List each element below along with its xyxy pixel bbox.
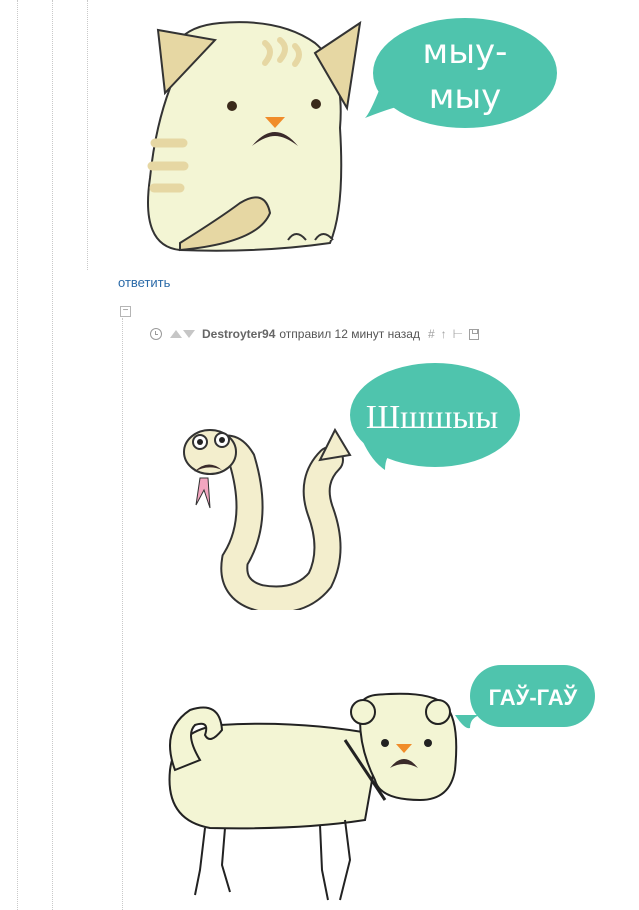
snake-meme-image: Шшшыы	[183, 363, 520, 610]
cat-speech-line-1: мыу-	[423, 32, 508, 72]
cat-meme-image: мыу- мыу	[147, 18, 557, 252]
snake-speech-text: Шшшыы	[366, 399, 499, 436]
downvote-icon[interactable]	[183, 330, 195, 338]
reply-link[interactable]: ответить	[118, 275, 170, 290]
save-icon[interactable]	[469, 328, 480, 340]
thread-guide-line	[52, 0, 53, 910]
parent-icon[interactable]: ↑	[441, 327, 447, 341]
thread-guide-line	[87, 0, 88, 270]
comment-header: Destroyter94 отправил 12 минут назад # ↑…	[150, 326, 480, 342]
comment-author[interactable]: Destroyter94	[202, 327, 275, 341]
dog-speech-text: ГАЎ-ГАЎ	[489, 684, 578, 710]
upvote-icon[interactable]	[170, 330, 182, 338]
dog-meme-image: ГАЎ-ГАЎ	[168, 665, 595, 901]
cat-speech-line-2: мыу	[429, 77, 502, 117]
thread-guide-line	[17, 0, 18, 910]
collapse-toggle[interactable]: −	[120, 306, 131, 317]
comment-timestamp: отправил 12 минут назад	[279, 327, 420, 341]
clock-icon	[150, 328, 162, 340]
hash-icon[interactable]: #	[428, 327, 435, 341]
thread-guide-line	[122, 318, 123, 910]
thread-icon[interactable]: ⊢	[453, 327, 463, 341]
